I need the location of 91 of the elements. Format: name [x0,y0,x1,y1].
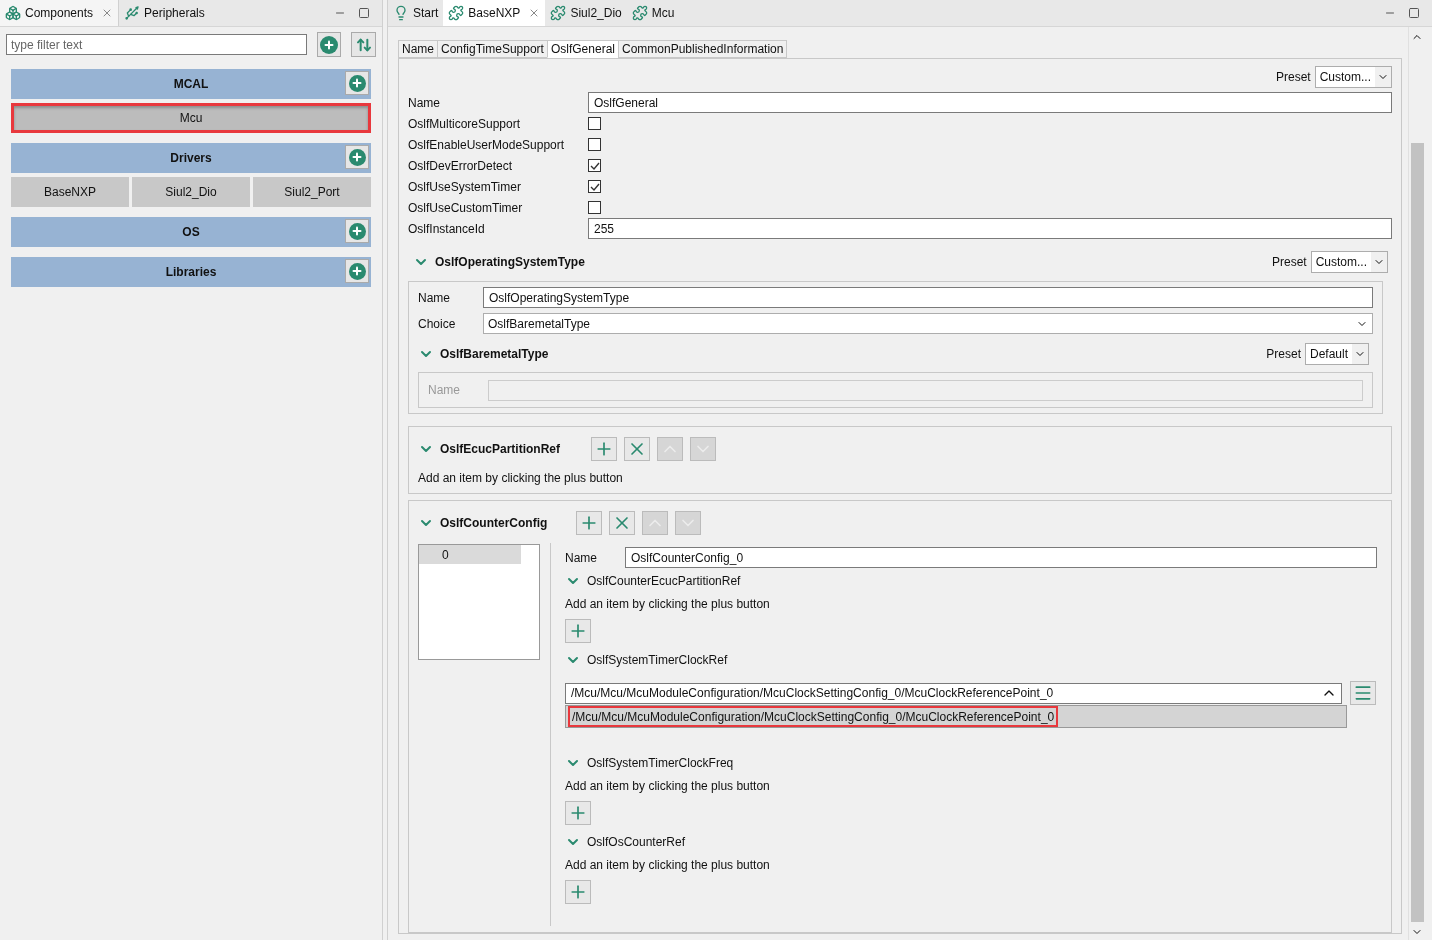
editor-tab[interactable]: BaseNXP [443,0,546,26]
page-tab[interactable]: CommonPublishedInformation [618,40,788,58]
section-title: OslfSystemTimerClockFreq [587,755,734,772]
view-tab[interactable]: Peripherals [119,0,210,26]
component-item[interactable]: BaseNXP [11,177,129,207]
reference-field[interactable]: /Mcu/Mcu/McuModuleConfiguration/McuClockSettingConfig_0/McuClockReferencePoint_0 [565,682,1342,704]
preset-dropdown[interactable]: Custom... [1310,251,1388,273]
menu-button[interactable] [1350,681,1376,705]
add-button[interactable] [565,801,591,825]
maximize-icon[interactable] [1408,7,1420,19]
checkbox[interactable] [588,201,601,214]
puzzle-icon [631,5,648,21]
add-button[interactable] [576,511,602,535]
preset-label: Preset [1275,69,1311,86]
sort-icon [355,36,372,53]
section-title: OslfCounterConfig [440,515,549,532]
view-tab[interactable]: Components [0,0,120,26]
editor-tab[interactable]: Start [388,0,444,26]
add-button[interactable] [345,71,369,95]
editor-tab[interactable]: Siul2_Dio [545,0,627,26]
component-item[interactable]: Mcu [11,103,371,133]
field-label: OslfInstanceId [408,220,486,238]
field-label: Name [408,94,441,112]
field-label: Name [428,382,461,399]
page-tab[interactable]: ConfigTimeSupport [437,40,548,58]
remove-button[interactable] [624,437,650,461]
text-field[interactable]: 255 [588,218,1392,239]
suggestion-item[interactable]: /Mcu/Mcu/McuModuleConfiguration/McuClockSettingConfig_0/McuClockReferencePoint_0 [566,706,1346,727]
category-title: OS [182,224,200,241]
hint-text: Add an item by clicking the plus button [565,778,771,795]
add-button[interactable] [591,437,617,461]
remove-button[interactable] [609,511,635,535]
filter-field[interactable]: type filter text [6,34,307,55]
maximize-icon[interactable] [358,7,370,19]
category-header[interactable]: Drivers [11,143,371,173]
checkbox[interactable] [588,117,601,130]
hint-text: Add an item by clicking the plus button [418,470,624,487]
add-button[interactable] [565,619,591,643]
sort-button[interactable] [351,32,376,57]
field-label: OslfEnableUserModeSupport [408,136,566,154]
page-tab[interactable]: Name [398,40,438,58]
category-title: MCAL [173,76,209,93]
add-button[interactable] [345,145,369,169]
editor-tab[interactable]: Mcu [626,0,680,26]
add-button[interactable] [345,219,369,243]
section-title: OslfOperatingSystemType [435,254,585,271]
field-label: OslfMulticoreSupport [408,115,522,133]
category-header[interactable]: Libraries [11,257,371,287]
checkbox[interactable] [588,180,601,193]
field-label: OslfUseSystemTimer [408,178,522,196]
section-title: OslfBaremetalType [440,346,549,363]
section-title: OslfSystemTimerClockRef [587,652,728,669]
puzzle-icon [448,5,465,21]
checkbox[interactable] [588,159,601,172]
components-icon [5,5,21,21]
section-title: OslfOsCounterRef [587,834,686,851]
hint-text: Add an item by clicking the plus button [565,596,771,613]
field-label: Choice [418,315,457,333]
section-title: OslfCounterEcucPartitionRef [587,573,741,590]
section-title: OslfEcucPartitionRef [440,441,562,458]
category-header[interactable]: OS [11,217,371,247]
field-label: OslfUseCustomTimer [408,199,524,217]
scrollbar-thumb[interactable] [1410,143,1424,922]
choice-dropdown[interactable]: OslfBaremetalType [483,313,1373,334]
category-title: Drivers [170,150,212,167]
add-button[interactable] [316,32,342,57]
instance-item[interactable]: 0 [419,545,521,564]
field-label: OslfDevErrorDetect [408,157,514,175]
hint-text: Add an item by clicking the plus button [565,857,771,874]
component-item[interactable]: Siul2_Dio [132,177,250,207]
add-button[interactable] [345,259,369,283]
field-label: Name [418,289,451,307]
page-tab[interactable]: OslfGeneral [546,40,619,58]
category-title: Libraries [165,264,217,281]
text-field[interactable]: OslfCounterConfig_0 [625,547,1377,568]
category-header[interactable]: MCAL [11,69,371,99]
component-item[interactable]: Siul2_Port [253,177,371,207]
text-field[interactable] [488,379,1363,401]
menu-icon [1353,683,1373,703]
preset-label: Preset [1266,346,1301,363]
preset-label: Preset [1271,254,1307,271]
field-label: Name [565,549,598,567]
checkbox[interactable] [588,138,601,151]
usb-icon [124,5,141,21]
scrollbar[interactable] [1408,27,1425,940]
preset-dropdown[interactable]: Custom... [1314,66,1392,88]
puzzle-icon [550,5,567,21]
add-button[interactable] [565,880,591,904]
text-field[interactable]: OslfOperatingSystemType [483,287,1373,308]
lightbulb-icon [393,5,409,21]
text-field[interactable]: OslfGeneral [588,92,1392,113]
